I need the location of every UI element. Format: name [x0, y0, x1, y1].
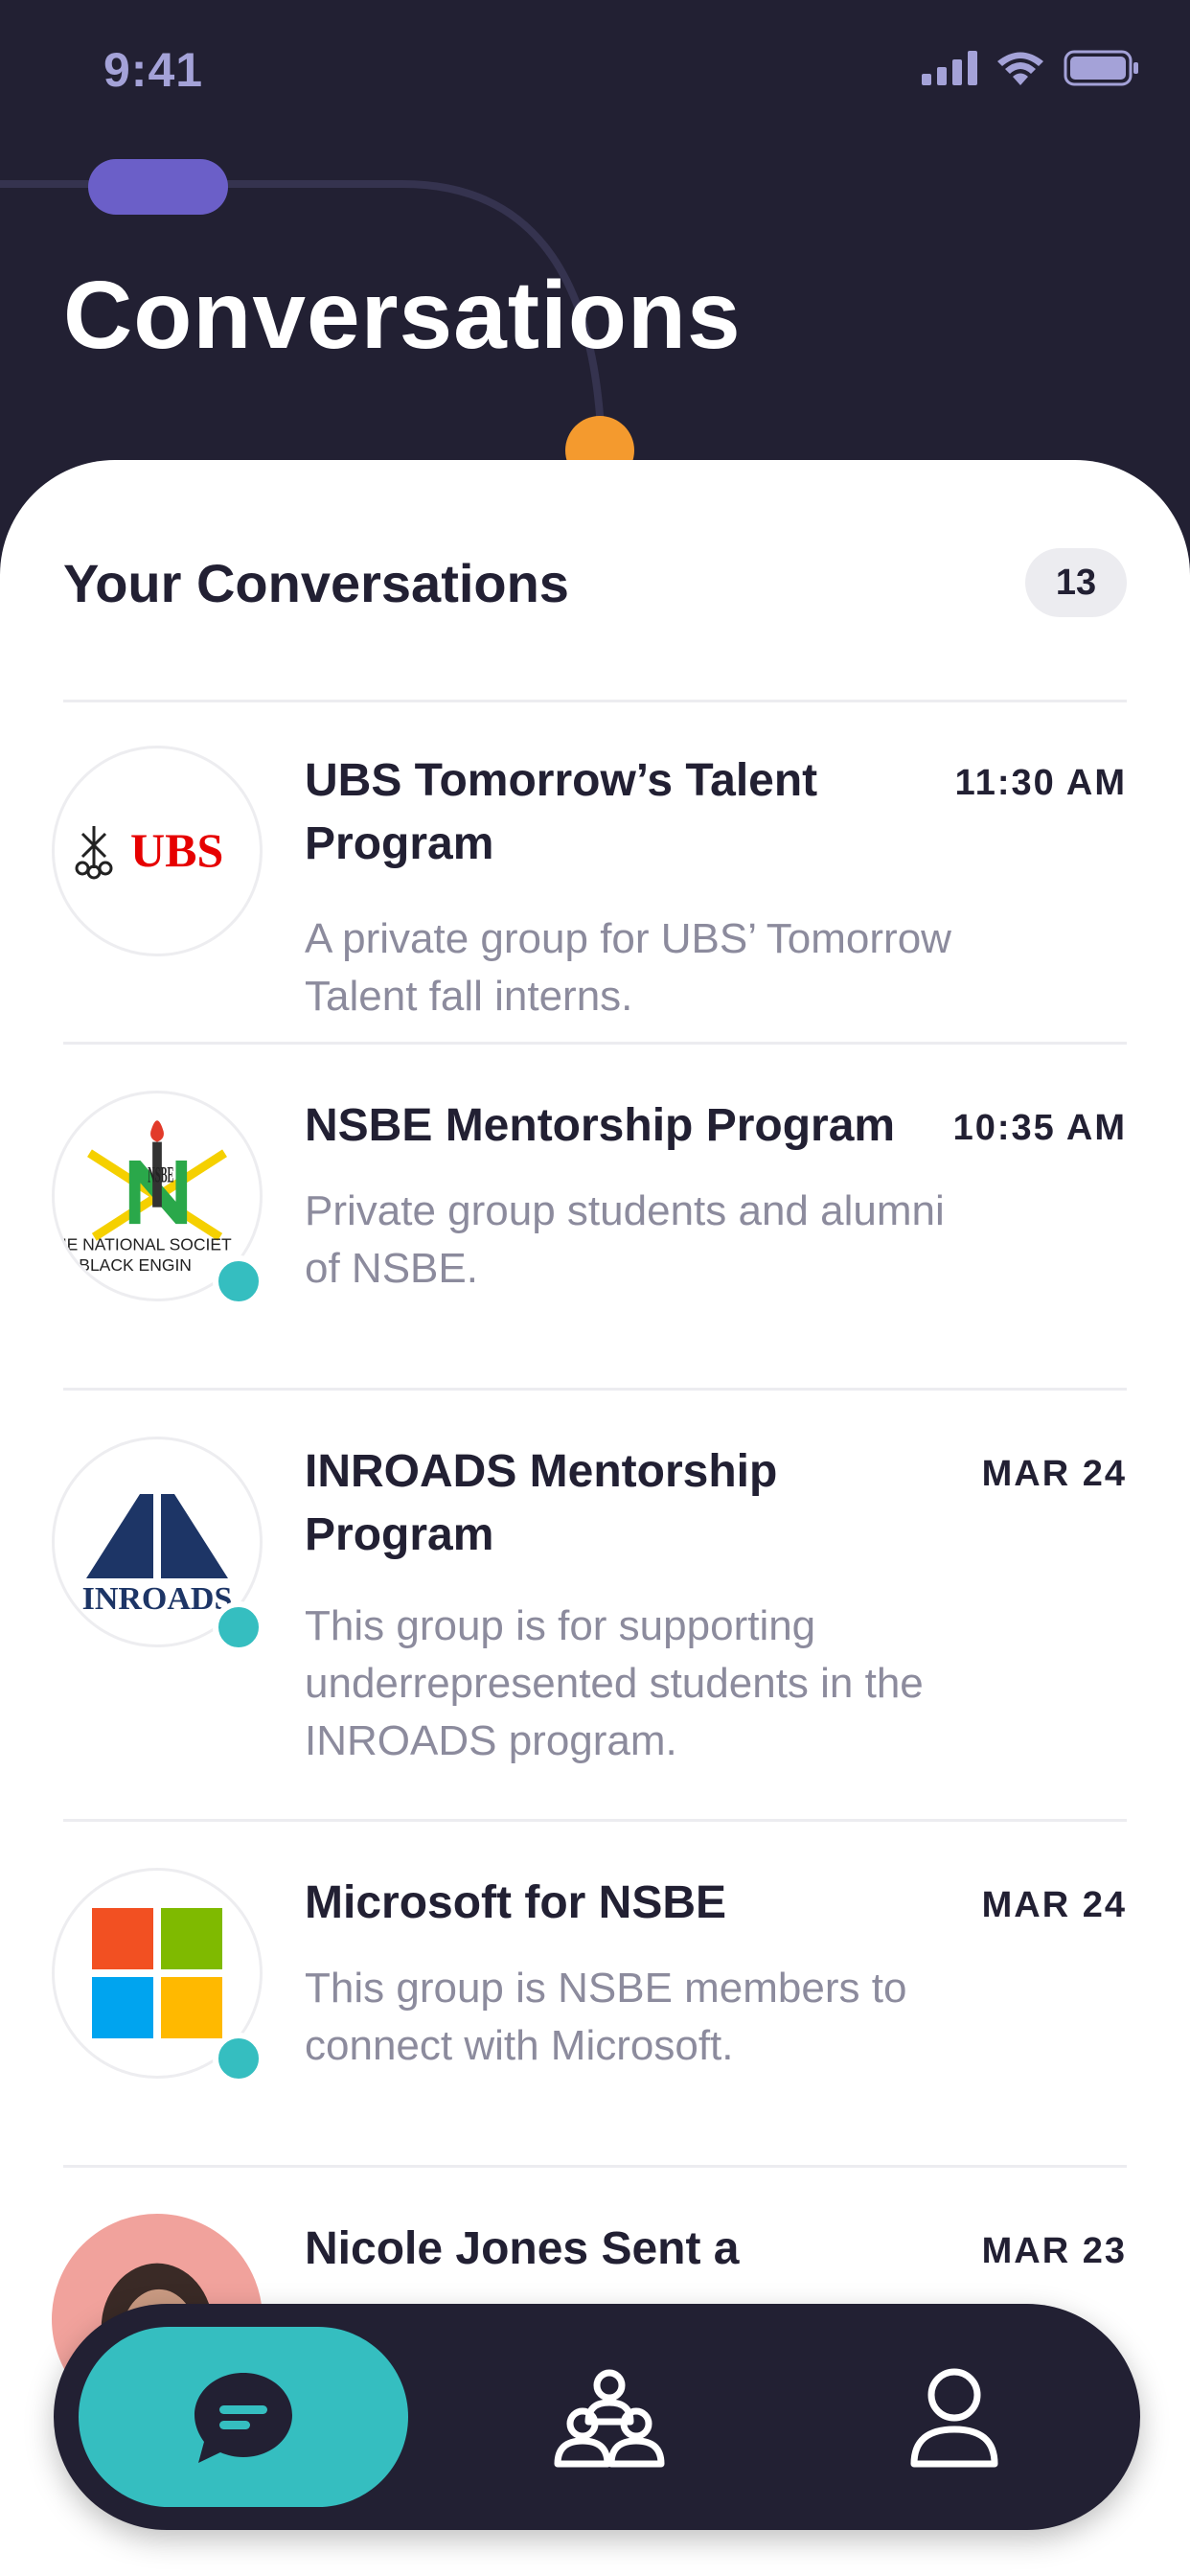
ubs-logo-text: UBS [130, 823, 223, 877]
list-title: Your Conversations [63, 553, 569, 613]
conversation-title: NSBE Mentorship Program [305, 1100, 896, 1151]
online-indicator [213, 1255, 264, 1307]
profile-icon [910, 2368, 998, 2468]
conversation-time: 11:30 AM [954, 763, 1127, 803]
nsbe-logo-text: NSBE [148, 1162, 173, 1187]
inroads-logo-text: INROADS [82, 1581, 233, 1617]
page-title: Conversations [63, 262, 742, 369]
conversation-description: Private group students and alumni of NSB… [305, 1187, 945, 1292]
battery-icon [1064, 50, 1138, 86]
ubs-logo: UBS [52, 746, 263, 956]
conversation-time: MAR 24 [981, 1454, 1127, 1494]
wifi-icon [997, 52, 1043, 85]
status-icons [922, 50, 1140, 86]
conversations-sheet: Your Conversations 13 UBS UBS Tomorrow’s… [0, 460, 1190, 2576]
cellular-signal-icon [922, 51, 977, 85]
conversation-title: INROADS Mentorship Program [305, 1446, 778, 1560]
microsoft-windows-icon [92, 1908, 222, 2038]
ubs-keys-icon: UBS [75, 823, 223, 880]
conversation-time: 10:35 AM [952, 1108, 1127, 1148]
nav-groups-button[interactable] [514, 2327, 705, 2507]
bottom-nav [54, 2304, 1140, 2530]
conversation-title: Microsoft for NSBE [305, 1877, 727, 1928]
conversation-title: Nicole Jones Sent a [305, 2223, 740, 2274]
nav-profile-button[interactable] [858, 2327, 1050, 2507]
conversation-item[interactable]: UBS UBS Tomorrow’s Talent Program 11:30 … [0, 700, 1190, 1045]
status-bar: 9:41 [0, 0, 1190, 144]
nav-chat-button[interactable] [79, 2327, 408, 2507]
conversation-item[interactable]: Microsoft for NSBE MAR 24 This group is … [0, 1822, 1190, 2168]
conversation-description: This group is NSBE members to connect wi… [305, 1965, 907, 2069]
conversation-item[interactable]: INROADS INROADS Mentorship Program MAR 2… [0, 1391, 1190, 1822]
inroads-emblem-icon: INROADS [82, 1494, 233, 1617]
conversation-description: A private group for UBS’ Tomorrow Talent… [305, 915, 951, 1020]
conversation-item[interactable]: NSBE HE NATIONAL SOCIET F BLACK ENGIN NS… [0, 1045, 1190, 1391]
nsbe-caption-1: HE NATIONAL SOCIET [55, 1234, 232, 1254]
conversation-time: MAR 23 [981, 2231, 1127, 2271]
online-indicator [213, 1601, 264, 1653]
list-header: Your Conversations 13 [63, 460, 1127, 702]
online-indicator [213, 2033, 264, 2084]
status-time: 9:41 [103, 43, 204, 97]
conversation-time: MAR 24 [981, 1885, 1127, 1925]
nsbe-caption-2: F BLACK ENGIN [64, 1255, 192, 1275]
conversation-count-badge: 13 [1025, 548, 1127, 617]
chat-bubble-icon [195, 2373, 292, 2463]
conversation-description: This group is for supporting underrepres… [305, 1602, 924, 1764]
conversation-title: UBS Tomorrow’s Talent Program [305, 755, 818, 869]
group-icon [554, 2369, 665, 2468]
